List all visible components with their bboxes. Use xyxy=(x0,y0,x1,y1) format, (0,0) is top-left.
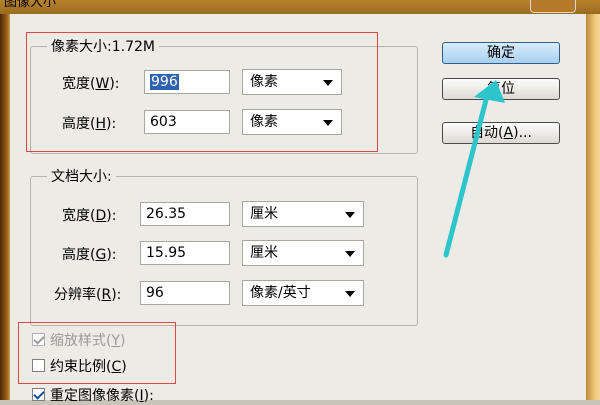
annotation-arrow-svg xyxy=(443,80,505,258)
annotation-arrow-shaft xyxy=(443,93,490,258)
annotation-arrow-head xyxy=(474,80,505,103)
